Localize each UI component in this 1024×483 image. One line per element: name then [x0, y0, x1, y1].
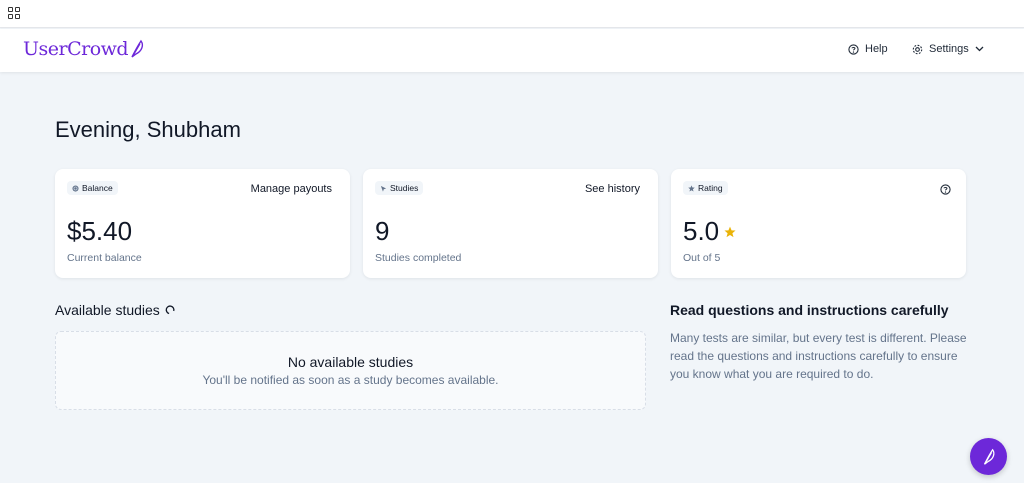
balance-caption: Current balance [67, 252, 142, 264]
rating-tag-label: Rating [698, 183, 723, 193]
studies-caption: Studies completed [375, 252, 462, 264]
help-link[interactable]: Help [848, 43, 888, 55]
star-icon [688, 184, 695, 192]
empty-studies-box: No available studies You'll be notified … [55, 331, 646, 410]
empty-studies-subtitle: You'll be notified as soon as a study be… [202, 373, 499, 387]
logo[interactable]: UserCrowd [23, 38, 145, 60]
browser-topstrip [0, 0, 1024, 28]
balance-tag: Balance [67, 181, 118, 195]
app-header: UserCrowd Help Settings [0, 29, 1024, 72]
refresh-icon[interactable] [165, 305, 175, 315]
apps-grid-icon[interactable] [8, 7, 20, 19]
feather-icon [983, 448, 994, 465]
question-circle-icon [848, 43, 859, 55]
tips-body: Many tests are similar, but every test i… [670, 331, 967, 382]
chevron-down-icon [975, 46, 984, 52]
pointer-icon [380, 185, 387, 192]
feather-icon [131, 39, 144, 58]
empty-studies-title: No available studies [287, 354, 414, 370]
studies-count: 9 [375, 216, 390, 246]
available-studies-title: Available studies [55, 302, 160, 318]
coin-icon [72, 184, 79, 192]
rating-caption: Out of 5 [683, 252, 721, 264]
question-circle-icon[interactable] [940, 184, 951, 195]
manage-payouts-link[interactable]: Manage payouts [251, 183, 332, 195]
balance-amount: $5.40 [67, 216, 133, 246]
gear-icon [912, 44, 923, 54]
greeting-title: Evening, Shubham [55, 117, 241, 142]
balance-tag-label: Balance [82, 183, 113, 193]
tips-title: Read questions and instructions carefull… [670, 302, 949, 318]
rating-number: 5.0 [683, 216, 720, 246]
studies-card: Studies See history 9 Studies completed [363, 169, 658, 278]
settings-menu[interactable]: Settings [912, 43, 984, 55]
balance-value: $5.40 [67, 216, 132, 247]
logo-text: UserCrowd [23, 38, 129, 60]
rating-card: Rating 5.0 Out of 5 [671, 169, 966, 278]
rating-tag: Rating [683, 181, 728, 195]
star-icon [724, 226, 736, 237]
help-label: Help [865, 43, 888, 55]
studies-value: 9 [375, 216, 389, 247]
rating-value: 5.0 [683, 216, 736, 247]
settings-label: Settings [929, 43, 969, 55]
available-studies-heading: Available studies [55, 302, 175, 318]
chat-fab-button[interactable] [970, 438, 1007, 475]
studies-tag-label: Studies [390, 183, 419, 193]
balance-card: Balance Manage payouts $5.40 Current bal… [55, 169, 350, 278]
studies-tag: Studies [375, 181, 424, 195]
see-history-link[interactable]: See history [585, 183, 640, 195]
